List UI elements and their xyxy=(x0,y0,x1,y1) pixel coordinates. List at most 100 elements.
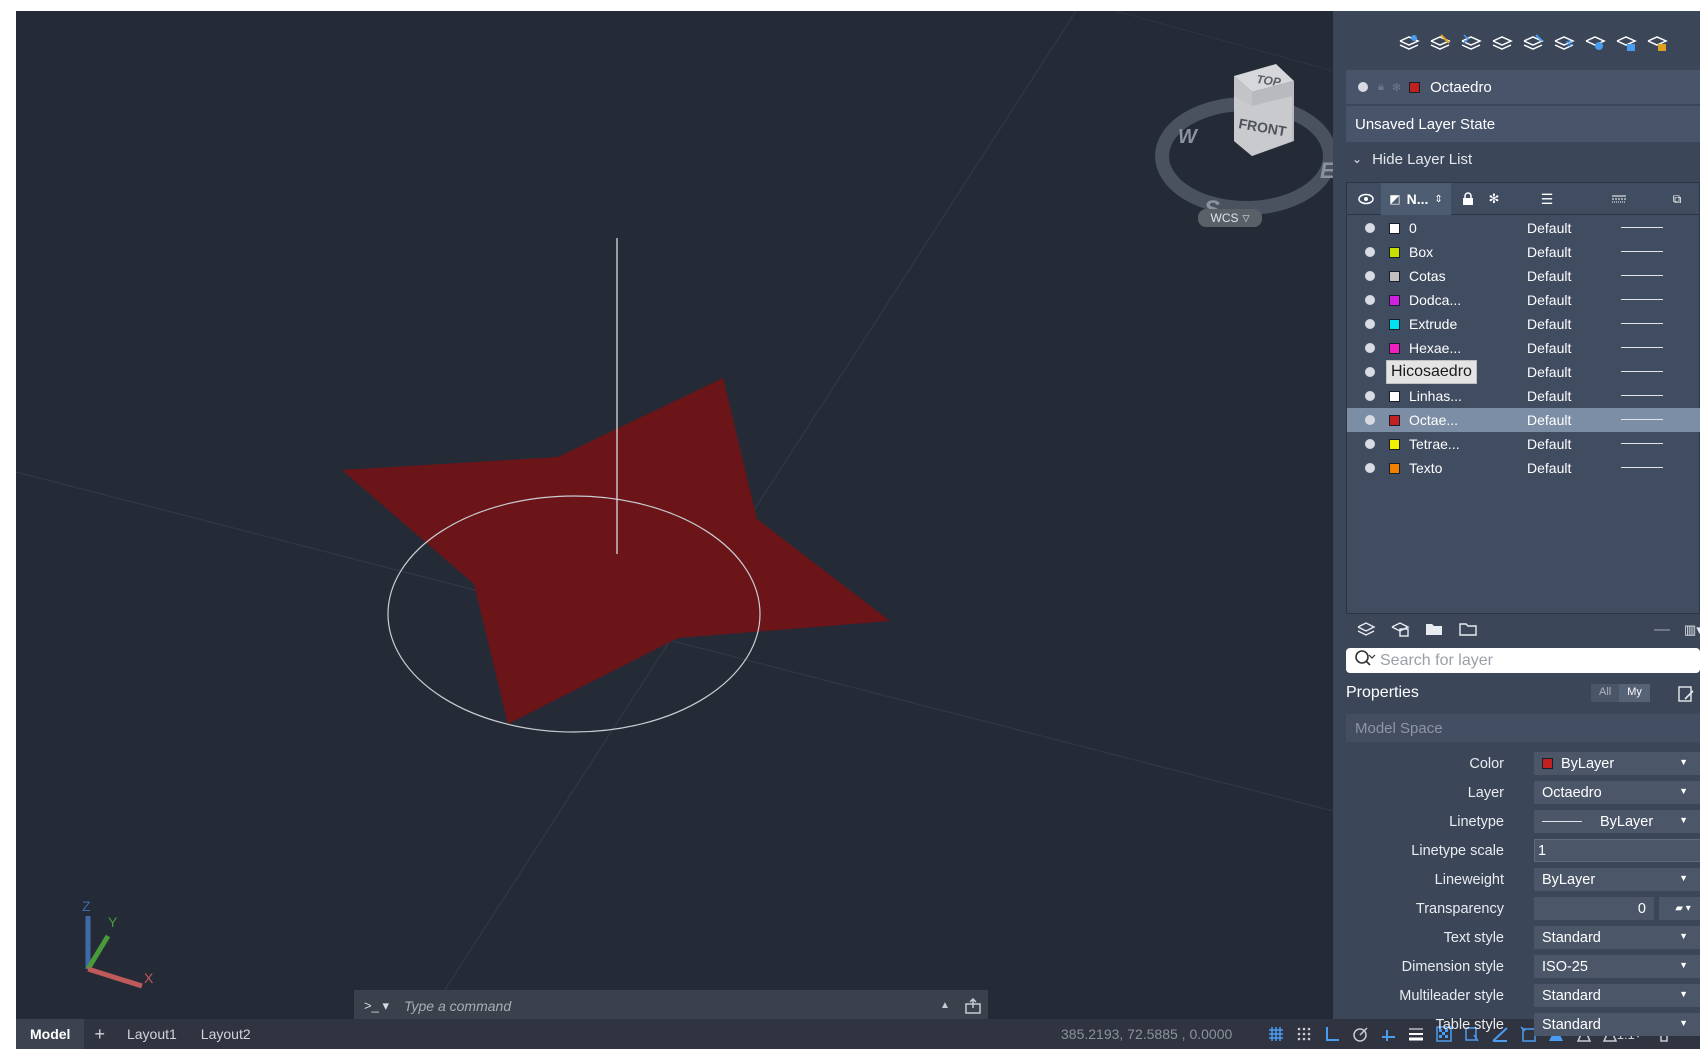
visibility-icon[interactable] xyxy=(1365,415,1375,425)
layer-linetype[interactable]: Default xyxy=(1527,412,1571,428)
layer-row[interactable]: Tetrae... Default xyxy=(1347,432,1700,456)
name-column-header[interactable]: ◩ N... ⇕ xyxy=(1381,183,1451,215)
command-history-icon[interactable]: ▲ xyxy=(932,1000,958,1011)
visibility-icon[interactable] xyxy=(1365,247,1375,257)
layer-row[interactable]: Box Default xyxy=(1347,240,1700,264)
layer-linetype[interactable]: Default xyxy=(1527,340,1571,356)
layer-color-swatch[interactable] xyxy=(1389,319,1400,330)
visibility-icon[interactable] xyxy=(1365,367,1375,377)
command-input[interactable]: Type a command xyxy=(396,998,932,1014)
tab-layout2[interactable]: Layout2 xyxy=(189,1019,263,1049)
layer-linetype[interactable]: Default xyxy=(1527,460,1571,476)
layer-color-swatch[interactable] xyxy=(1389,223,1400,234)
layer-row[interactable]: Extrude Default xyxy=(1347,312,1700,336)
open-folder-icon[interactable] xyxy=(1424,619,1444,642)
visibility-icon[interactable] xyxy=(1365,319,1375,329)
plot-column-icon[interactable]: ⧉ xyxy=(1661,183,1693,215)
layer-color-swatch[interactable] xyxy=(1389,271,1400,282)
new-layer-vp-icon[interactable] xyxy=(1390,619,1410,642)
property-input[interactable]: 1 xyxy=(1534,839,1700,862)
layer-linetype[interactable]: Default xyxy=(1527,244,1571,260)
transparency-mode-button[interactable]: ▰ ▾ xyxy=(1659,897,1700,920)
unlock-layer-icon[interactable] xyxy=(1645,31,1669,55)
layer-color-swatch[interactable] xyxy=(1389,295,1400,306)
visibility-icon[interactable] xyxy=(1365,343,1375,353)
layer-row[interactable]: Hicosaedro Default xyxy=(1347,360,1700,384)
tab-model[interactable]: Model xyxy=(16,1019,85,1049)
quick-select-icon[interactable] xyxy=(1677,685,1695,708)
layer-linetype[interactable]: Default xyxy=(1527,292,1571,308)
command-line[interactable]: >_ ▾ Type a command ▲ xyxy=(354,990,988,1019)
visibility-icon[interactable] xyxy=(1365,295,1375,305)
property-dropdown[interactable]: Standard ▼ xyxy=(1534,1013,1700,1036)
toggle-my-button[interactable]: My xyxy=(1619,684,1650,702)
layer-color-swatch[interactable] xyxy=(1389,247,1400,258)
layer-color-swatch[interactable] xyxy=(1389,463,1400,474)
layer-properties-icon[interactable] xyxy=(1397,31,1421,55)
viewcube[interactable]: W E S TOP FRONT xyxy=(1146,46,1333,236)
visibility-icon[interactable] xyxy=(1365,391,1375,401)
command-prompt-button[interactable]: >_ ▾ xyxy=(354,998,396,1014)
toggle-all-button[interactable]: All xyxy=(1591,684,1620,702)
add-layout-button[interactable]: + xyxy=(84,1019,115,1049)
property-dropdown[interactable]: Standard ▼ xyxy=(1534,926,1700,949)
property-dropdown[interactable]: ByLayer ▼ xyxy=(1534,752,1700,775)
tab-layout1[interactable]: Layout1 xyxy=(115,1019,189,1049)
layer-row[interactable]: Dodca... Default xyxy=(1347,288,1700,312)
property-dropdown[interactable]: ByLayer ▼ xyxy=(1534,810,1700,833)
property-dropdown[interactable]: Octaedro ▼ xyxy=(1534,781,1700,804)
previous-layer-icon[interactable] xyxy=(1490,31,1514,55)
visibility-icon[interactable] xyxy=(1365,271,1375,281)
property-dropdown[interactable]: ISO-25 ▼ xyxy=(1534,955,1700,978)
layer-row[interactable]: Octae... Default xyxy=(1347,408,1700,432)
new-layer-icon[interactable] xyxy=(1356,619,1376,642)
current-layer-dropdown[interactable]: 🔒︎ ✻ Octaedro xyxy=(1346,70,1700,104)
layer-row[interactable]: 0 Default xyxy=(1347,216,1700,240)
lock-layer-icon[interactable] xyxy=(1614,31,1638,55)
visibility-icon[interactable] xyxy=(1365,439,1375,449)
linetype-column-icon[interactable]: ☰ xyxy=(1531,183,1563,215)
layer-state-dropdown[interactable]: Unsaved Layer State xyxy=(1346,106,1700,142)
freeze-layer-icon[interactable]: ❄ xyxy=(1552,31,1576,55)
wcs-menu[interactable]: WCS ▽ xyxy=(1198,209,1262,227)
transparency-slider[interactable]: 0 xyxy=(1534,897,1654,920)
match-layer-icon[interactable] xyxy=(1459,31,1483,55)
layer-linetype[interactable]: Default xyxy=(1527,268,1571,284)
minimize-icon[interactable]: — xyxy=(1654,621,1670,639)
freeze-column-icon[interactable]: ✻ xyxy=(1483,183,1505,215)
layer-color-swatch[interactable] xyxy=(1389,391,1400,402)
panel-layout-icon[interactable]: ▥▾ xyxy=(1684,622,1700,638)
property-dropdown[interactable]: Standard ▼ xyxy=(1534,984,1700,1007)
layer-search-input[interactable]: Search for layer xyxy=(1346,648,1700,673)
selection-scope-dropdown[interactable]: Model Space xyxy=(1346,714,1700,742)
layer-row[interactable]: Hexae... Default xyxy=(1347,336,1700,360)
lineweight-column-icon[interactable] xyxy=(1603,183,1635,215)
make-current-layer-icon[interactable] xyxy=(1428,31,1452,55)
eye-icon[interactable] xyxy=(1355,183,1377,215)
property-dropdown[interactable]: ByLayer ▼ xyxy=(1534,868,1700,891)
share-icon[interactable] xyxy=(958,997,988,1014)
layer-color-swatch[interactable] xyxy=(1389,415,1400,426)
hide-layer-list-toggle[interactable]: ⌄ Hide Layer List xyxy=(1346,145,1472,173)
layer-linetype[interactable]: Default xyxy=(1527,436,1571,452)
layer-linetype[interactable]: Default xyxy=(1527,316,1571,332)
visibility-icon[interactable] xyxy=(1365,223,1375,233)
layer-row[interactable]: Texto Default xyxy=(1347,456,1700,480)
layer-color-swatch[interactable] xyxy=(1389,439,1400,450)
off-layer-icon[interactable] xyxy=(1583,31,1607,55)
star-shape[interactable] xyxy=(342,378,890,724)
snap-icon[interactable] xyxy=(1292,1022,1316,1046)
layer-row[interactable]: Cotas Default xyxy=(1347,264,1700,288)
layer-color-swatch[interactable] xyxy=(1389,343,1400,354)
drawing-viewport[interactable]: W E S TOP FRONT WCS ▽ Z Y X xyxy=(16,11,1333,1019)
layer-linetype[interactable]: Default xyxy=(1527,220,1571,236)
layer-row[interactable]: Linhas... Default xyxy=(1347,384,1700,408)
folder-settings-icon[interactable] xyxy=(1458,619,1478,642)
grid-icon[interactable] xyxy=(1264,1022,1288,1046)
layer-linetype[interactable]: Default xyxy=(1527,388,1571,404)
properties-scope-toggle[interactable]: All My xyxy=(1591,684,1650,702)
visibility-icon[interactable] xyxy=(1365,463,1375,473)
isolate-layer-icon[interactable] xyxy=(1521,31,1545,55)
lock-column-icon[interactable] xyxy=(1457,183,1479,215)
layer-linetype[interactable]: Default xyxy=(1527,364,1571,380)
